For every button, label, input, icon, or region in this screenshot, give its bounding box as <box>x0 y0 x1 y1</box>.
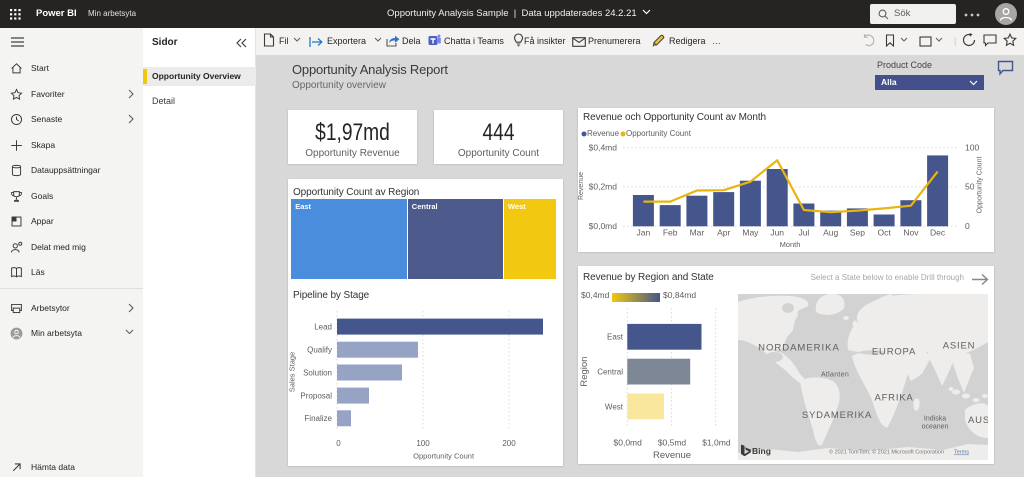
svg-text:$0,0md: $0,0md <box>589 221 618 231</box>
svg-text:50: 50 <box>965 182 975 192</box>
svg-text:$1,0md: $1,0md <box>702 438 731 448</box>
svg-text:Revenue: Revenue <box>578 172 585 200</box>
svg-text:100: 100 <box>416 439 430 448</box>
svg-text:Qualify: Qualify <box>307 346 332 355</box>
svg-text:Lead: Lead <box>314 322 332 331</box>
svg-text:SYDAMERIKA: SYDAMERIKA <box>802 410 872 421</box>
svg-text:Opportunity Count: Opportunity Count <box>977 157 984 214</box>
svg-text:NORDAMERIKA: NORDAMERIKA <box>758 343 840 354</box>
svg-text:100: 100 <box>965 142 979 152</box>
svg-text:$0,4md: $0,4md <box>589 142 618 152</box>
svg-text:ASIEN: ASIEN <box>943 341 976 352</box>
svg-text:Jan: Jan <box>637 228 651 238</box>
svg-text:Sep: Sep <box>850 228 865 238</box>
svg-text:Solution: Solution <box>303 368 332 377</box>
svg-text:May: May <box>742 228 759 238</box>
svg-text:200: 200 <box>502 439 516 448</box>
svg-text:Dec: Dec <box>930 228 946 238</box>
svg-text:Feb: Feb <box>663 228 678 238</box>
svg-text:Mar: Mar <box>690 228 705 238</box>
svg-text:Revenue: Revenue <box>653 450 691 461</box>
svg-text:Apr: Apr <box>717 228 730 238</box>
svg-text:Atlanten: Atlanten <box>821 372 849 379</box>
svg-text:Proposal: Proposal <box>300 391 332 400</box>
svg-text:$0,5md: $0,5md <box>658 438 687 448</box>
svg-text:Central: Central <box>597 368 623 377</box>
svg-text:Aug: Aug <box>823 228 838 238</box>
svg-text:Month: Month <box>780 240 801 249</box>
svg-text:$0,0md: $0,0md <box>614 438 643 448</box>
svg-text:Region: Region <box>579 357 590 387</box>
svg-text:Sales Stage: Sales Stage <box>288 352 297 392</box>
svg-text:Terms: Terms <box>954 450 969 456</box>
svg-text:East: East <box>607 333 624 342</box>
svg-text:0: 0 <box>336 439 341 448</box>
svg-text:Bing: Bing <box>752 446 771 456</box>
svg-text:Indiska: Indiska <box>924 416 946 423</box>
svg-text:Jun: Jun <box>770 228 784 238</box>
svg-text:© 2021 TomTom, © 2021 Microsof: © 2021 TomTom, © 2021 Microsoft Corporat… <box>829 449 944 456</box>
svg-text:EUROPA: EUROPA <box>872 347 916 358</box>
svg-text:0: 0 <box>965 221 970 231</box>
svg-text:AUS: AUS <box>968 415 988 426</box>
svg-text:AFRIKA: AFRIKA <box>874 393 913 404</box>
svg-text:West: West <box>605 402 624 411</box>
svg-text:Jul: Jul <box>798 228 809 238</box>
svg-text:Nov: Nov <box>903 228 919 238</box>
svg-text:Oct: Oct <box>877 228 891 238</box>
svg-text:$0,2md: $0,2md <box>589 182 618 192</box>
svg-text:oceanen: oceanen <box>922 424 949 431</box>
svg-text:Finalize: Finalize <box>304 414 332 423</box>
svg-text:Opportunity Count: Opportunity Count <box>413 452 475 461</box>
